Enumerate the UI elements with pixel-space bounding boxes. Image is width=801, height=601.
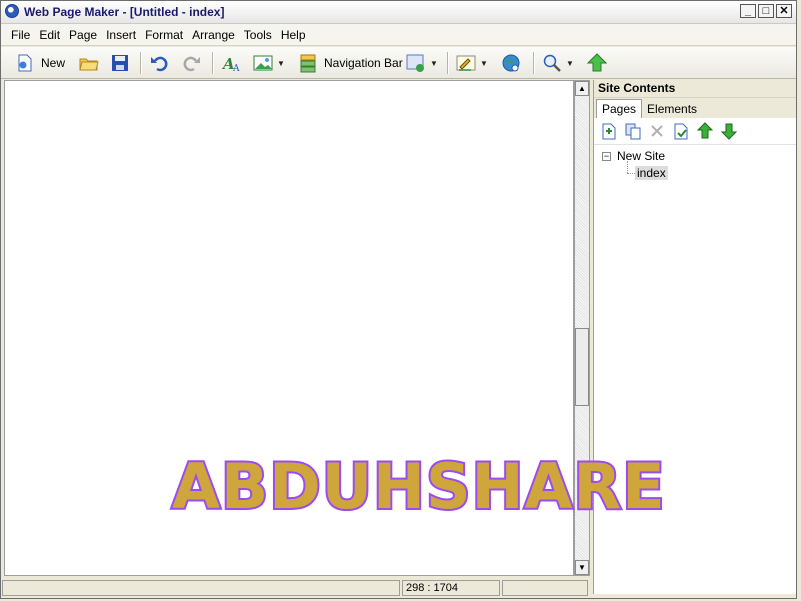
tab-pages[interactable]: Pages: [596, 99, 643, 118]
menu-arrange[interactable]: Arrange: [192, 28, 235, 42]
insert-form-button[interactable]: ▼: [406, 52, 438, 74]
site-tree: − New Site index: [594, 145, 796, 180]
menu-page[interactable]: Page: [69, 28, 97, 42]
form-dropdown-icon[interactable]: ▼: [430, 59, 438, 68]
zoom-dropdown-icon[interactable]: ▼: [566, 59, 574, 68]
undo-button[interactable]: [149, 52, 169, 74]
save-button[interactable]: [110, 52, 130, 74]
upload-button[interactable]: [587, 52, 607, 74]
page-properties-icon[interactable]: [672, 122, 690, 140]
menu-tools[interactable]: Tools: [244, 28, 272, 42]
move-up-arrow-icon[interactable]: [696, 122, 714, 140]
menu-file[interactable]: File: [11, 28, 30, 42]
save-disk-icon: [112, 55, 128, 71]
scroll-down-icon[interactable]: ▼: [575, 560, 589, 575]
open-folder-icon: [79, 58, 99, 71]
navigation-bar-label: Navigation Bar: [324, 56, 403, 70]
svg-text:A: A: [232, 64, 240, 73]
tree-root-label: New Site: [617, 149, 666, 163]
minimize-button[interactable]: _: [740, 4, 756, 18]
delete-page-icon[interactable]: [648, 122, 666, 140]
maximize-button[interactable]: □: [758, 4, 774, 18]
publish-button[interactable]: [501, 52, 521, 74]
tree-item-new-site[interactable]: − New Site: [602, 149, 665, 163]
navigation-bar-button[interactable]: Navigation Bar: [298, 52, 403, 74]
scroll-thumb[interactable]: [575, 328, 589, 406]
new-button-label: New: [41, 56, 66, 70]
menu-help[interactable]: Help: [281, 28, 306, 42]
globe-icon: [502, 54, 520, 72]
green-up-arrow-icon: [587, 53, 607, 72]
cursor-coordinates: 298 : 1704: [402, 580, 500, 596]
scroll-up-icon[interactable]: ▲: [575, 81, 589, 96]
add-page-icon[interactable]: [600, 122, 618, 140]
redo-icon: [183, 56, 200, 72]
image-dropdown-icon[interactable]: ▼: [277, 59, 285, 68]
status-extra-pane: [502, 580, 588, 596]
redo-button[interactable]: [182, 52, 202, 74]
text-tool-icon: A A: [221, 55, 240, 73]
tab-elements[interactable]: Elements: [642, 100, 702, 118]
image-icon: [253, 55, 273, 71]
menu-insert[interactable]: Insert: [106, 28, 136, 42]
window-title: Web Page Maker - [Untitled - index]: [24, 5, 225, 19]
form-element-icon: [406, 54, 424, 72]
new-button[interactable]: New: [15, 52, 65, 74]
open-button[interactable]: [79, 52, 99, 74]
menu-edit[interactable]: Edit: [39, 28, 60, 42]
draw-button[interactable]: ▼: [456, 52, 488, 74]
status-bar: 298 : 1704: [1, 578, 591, 598]
collapse-icon[interactable]: −: [602, 151, 611, 161]
panel-title: Site Contents: [594, 80, 796, 98]
tree-item-index[interactable]: index: [635, 166, 668, 180]
watermark-logo: ABDUHSHARE: [170, 448, 667, 525]
draw-pencil-icon: [456, 55, 476, 71]
menu-format[interactable]: Format: [145, 28, 183, 42]
draw-dropdown-icon[interactable]: ▼: [480, 59, 488, 68]
zoom-button[interactable]: ▼: [542, 52, 574, 74]
copy-page-icon[interactable]: [624, 122, 642, 140]
insert-text-button[interactable]: A A: [221, 52, 241, 74]
undo-icon: [151, 56, 168, 72]
new-page-icon: [18, 54, 32, 72]
move-down-arrow-icon[interactable]: [720, 122, 738, 140]
close-button[interactable]: ✕: [776, 4, 792, 18]
menu-bar: File Edit Page Insert Format Arrange Too…: [1, 24, 796, 46]
navigation-bar-icon: [300, 54, 316, 73]
title-bar[interactable]: Web Page Maker - [Untitled - index] _ □ …: [1, 1, 796, 24]
status-message-pane: [2, 580, 400, 596]
main-toolbar: New A A ▼ Navigation Bar ▼ ▼ ▼: [1, 47, 796, 79]
insert-image-button[interactable]: ▼: [253, 52, 285, 74]
app-logo-icon[interactable]: [5, 4, 19, 18]
magnifier-icon: [543, 54, 561, 72]
